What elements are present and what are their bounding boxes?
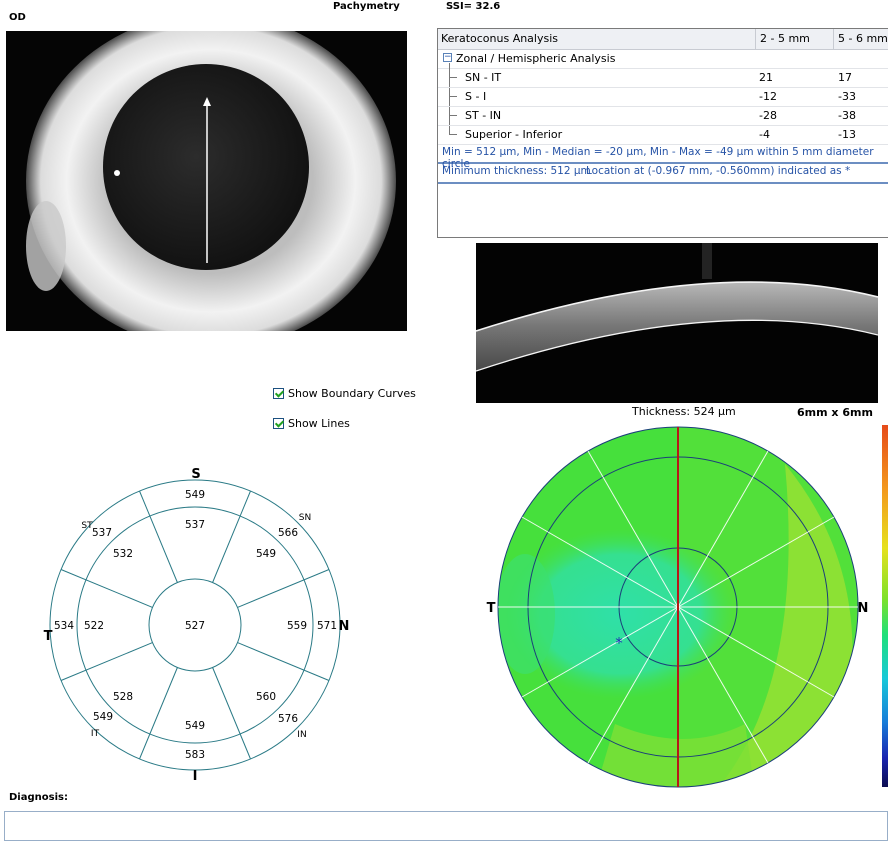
sector-inner-n: 559 (287, 620, 307, 632)
sector-outer-sn: 566 (278, 527, 298, 539)
header-5-6mm: 5 - 6 mm (838, 32, 888, 45)
column-separator (755, 29, 756, 49)
diagnosis-textarea[interactable] (4, 811, 888, 841)
min-thickness: Minimum thickness: 512 µm (442, 165, 591, 177)
direction-t: T (44, 629, 53, 644)
min-thickness-marker: * (615, 634, 623, 652)
sector-outer-it: 549 (93, 711, 113, 723)
keratoconus-table: Keratoconus Analysis 2 - 5 mm 5 - 6 mm −… (437, 28, 888, 238)
ssi-value: SSI= 32.6 (446, 1, 501, 12)
sector-outer-in: 576 (278, 713, 298, 725)
group-label: Zonal / Hemispheric Analysis (456, 52, 616, 65)
eye-photo-image (6, 31, 407, 331)
color-scale-bar (882, 425, 888, 787)
row-value-5-6: -38 (838, 109, 856, 122)
sector-inner-i: 549 (185, 720, 205, 732)
sector-center-value: 527 (185, 620, 205, 632)
table-row: Superior - Inferior -4 -13 (438, 125, 888, 145)
diagnosis-label: Diagnosis: (9, 792, 68, 803)
thickness-readout: Thickness: 524 µm (632, 405, 736, 418)
show-boundary-curves-label[interactable]: Show Boundary Curves (288, 387, 416, 400)
map-direction-n: N (858, 601, 869, 616)
row-label: Superior - Inferior (465, 128, 563, 141)
eye-label: OD (9, 12, 26, 23)
collapse-toggle[interactable]: − (443, 53, 452, 62)
row-value-2-5: 21 (759, 71, 773, 84)
row-value-5-6: -33 (838, 90, 856, 103)
direction-i: I (193, 769, 198, 784)
sector-inner-st: 532 (113, 548, 133, 560)
column-separator (833, 29, 834, 49)
min-location: Location at (-0.967 mm, -0.560mm) indica… (586, 165, 851, 177)
min-thickness-row: Minimum thickness: 512 µm Location at (-… (438, 163, 888, 184)
sector-inner-t: 522 (84, 620, 104, 632)
scan-size-label: 6mm x 6mm (797, 406, 873, 419)
table-row: ST - IN -28 -38 (438, 106, 888, 126)
eye-photo (6, 31, 407, 331)
subsector-st: ST (81, 521, 93, 531)
map-direction-t: T (487, 601, 496, 616)
sector-inner-s: 537 (185, 519, 205, 531)
sector-map: 527 537 549 559 560 549 528 522 532 549 … (44, 467, 350, 784)
direction-s: S (191, 467, 200, 482)
row-value-2-5: -12 (759, 90, 777, 103)
header-keratoconus-analysis: Keratoconus Analysis (441, 32, 559, 45)
row-label: S - I (465, 90, 487, 103)
sector-inner-sn: 549 (256, 548, 276, 560)
show-lines-label[interactable]: Show Lines (288, 417, 350, 430)
table-row: S - I -12 -33 (438, 87, 888, 107)
show-lines-checkbox[interactable] (273, 418, 284, 429)
sector-outer-n: 571 (317, 620, 337, 632)
oct-scan-graphic (475, 243, 879, 403)
row-label: ST - IN (465, 109, 502, 122)
thickness-color-map: * T N (487, 426, 869, 788)
group-row[interactable]: − Zonal / Hemispheric Analysis (438, 49, 888, 69)
sector-outer-st: 537 (92, 527, 112, 539)
row-label: SN - IT (465, 71, 502, 84)
row-value-5-6: 17 (838, 71, 852, 84)
header-2-5mm: 2 - 5 mm (760, 32, 810, 45)
row-value-2-5: -28 (759, 109, 777, 122)
direction-n: N (339, 619, 350, 634)
show-boundary-curves-checkbox[interactable] (273, 388, 284, 399)
subsector-sn: SN (299, 513, 311, 523)
subsector-in: IN (297, 730, 306, 740)
oct-scan-image (475, 243, 879, 403)
page-title: Pachymetry (333, 1, 400, 12)
table-header: Keratoconus Analysis 2 - 5 mm 5 - 6 mm (438, 29, 888, 50)
row-value-2-5: -4 (759, 128, 770, 141)
subsector-it: IT (91, 729, 100, 739)
sector-inner-in: 560 (256, 691, 276, 703)
sector-outer-i: 583 (185, 749, 205, 761)
row-value-5-6: -13 (838, 128, 856, 141)
table-row: SN - IT 21 17 (438, 68, 888, 88)
min-summary-row: Min = 512 µm, Min - Median = -20 µm, Min… (438, 143, 888, 170)
sector-inner-it: 528 (113, 691, 133, 703)
sector-outer-t: 534 (54, 620, 74, 632)
sector-outer-s: 549 (185, 489, 205, 501)
